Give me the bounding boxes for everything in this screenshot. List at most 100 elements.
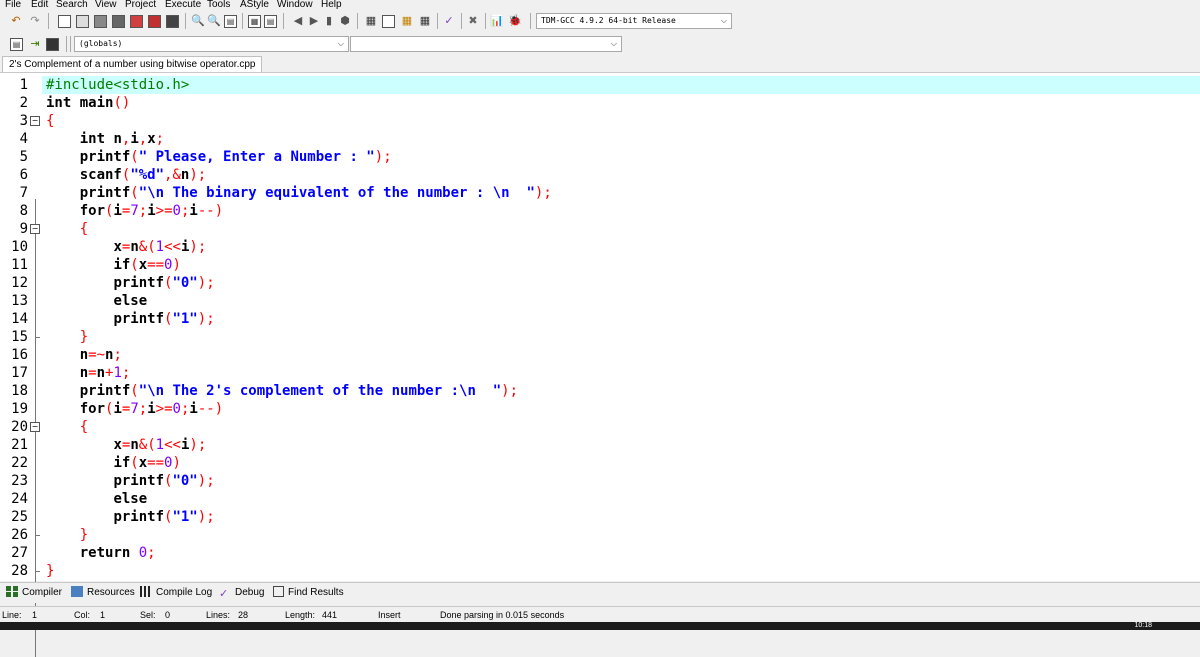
code-line[interactable]: 25 printf("1"); <box>0 508 1200 526</box>
insert-icon[interactable]: ⇥ <box>28 37 42 51</box>
menu-file[interactable]: File <box>5 0 21 10</box>
menu-tools[interactable]: Tools <box>207 0 230 10</box>
compile-run-icon[interactable]: ▦ <box>400 14 414 28</box>
code-line[interactable]: 8 for(i=7;i>=0;i--) <box>0 202 1200 220</box>
menu-astyle[interactable]: AStyle <box>240 0 269 10</box>
undo-icon[interactable]: ↶ <box>9 14 23 28</box>
toolbar-separator <box>357 13 358 29</box>
code-line[interactable]: 21 x=n&(1<<i); <box>0 436 1200 454</box>
code-line[interactable]: 9− { <box>0 220 1200 238</box>
menu-window[interactable]: Window <box>277 0 313 10</box>
compiler-icon <box>6 586 18 597</box>
code-text: n=~n; <box>79 347 122 363</box>
menu-edit[interactable]: Edit <box>31 0 48 10</box>
line-number: 26 <box>11 527 28 543</box>
function-select[interactable]: ⌵ <box>350 36 622 52</box>
profile-icon[interactable]: 📊 <box>490 14 504 28</box>
toolbar-separator <box>66 36 67 52</box>
uncomment-icon[interactable]: ⬢ <box>338 14 352 28</box>
code-line[interactable]: 12 printf("0"); <box>0 274 1200 292</box>
menu-search[interactable]: Search <box>56 0 88 10</box>
code-line[interactable]: 20− { <box>0 418 1200 436</box>
menu-execute[interactable]: Execute <box>165 0 201 10</box>
code-line[interactable]: 28} <box>0 562 1200 580</box>
fold-end-marker <box>35 571 40 572</box>
code-line[interactable]: 18 printf("\n The 2's complement of the … <box>0 382 1200 400</box>
code-text: else <box>113 293 148 309</box>
fold-minus-icon[interactable]: − <box>30 116 40 126</box>
check-syntax-icon[interactable]: ✓ <box>442 14 456 28</box>
code-line[interactable]: 6 scanf("%d",&n); <box>0 166 1200 184</box>
code-line[interactable]: 1 #include<stdio.h> <box>0 76 1200 94</box>
code-line[interactable]: 7 printf("\n The binary equivalent of th… <box>0 184 1200 202</box>
line-number: 8 <box>19 203 28 219</box>
print-icon[interactable] <box>166 15 179 28</box>
code-line[interactable]: 15 } <box>0 328 1200 346</box>
menu-help[interactable]: Help <box>321 0 342 10</box>
code-line[interactable]: 11 if(x==0) <box>0 256 1200 274</box>
code-line[interactable]: 14 printf("1"); <box>0 310 1200 328</box>
code-editor[interactable]: 1 #include<stdio.h> 2 int main() 3−{4 int n,… <box>0 72 1200 657</box>
tab-resources[interactable]: Resources <box>71 586 135 600</box>
replace-icon[interactable]: 🔍 <box>207 14 221 28</box>
run-icon[interactable] <box>382 15 395 28</box>
code-line[interactable]: 5 printf(" Please, Enter a Number : "); <box>0 148 1200 166</box>
compiler-select[interactable]: TDM-GCC 4.9.2 64-bit Release ⌵ <box>536 13 732 29</box>
close-file-icon[interactable] <box>130 15 143 28</box>
close-all-icon[interactable] <box>148 15 161 28</box>
tab-compile-log[interactable]: Compile Log <box>140 586 212 600</box>
code-line[interactable]: 22 if(x==0) <box>0 454 1200 472</box>
line-number: 28 <box>11 563 28 579</box>
code-text: scanf("%d",&n); <box>79 167 207 183</box>
code-text: printf("0"); <box>113 275 215 291</box>
tab-find-results[interactable]: Find Results <box>273 586 344 600</box>
code-line[interactable]: 17 n=n+1; <box>0 364 1200 382</box>
code-line[interactable]: 26 } <box>0 526 1200 544</box>
fold-minus-icon[interactable]: − <box>30 422 40 432</box>
new-file-icon[interactable] <box>58 15 71 28</box>
goto-line-icon[interactable]: ▤ <box>224 15 237 28</box>
code-line[interactable]: 10 x=n&(1<<i); <box>0 238 1200 256</box>
line-number: 6 <box>19 167 28 183</box>
tab-debug[interactable]: ✓ Debug <box>219 586 264 600</box>
code-line[interactable]: 3−{ <box>0 112 1200 130</box>
line-number: 2 <box>19 95 28 111</box>
toggle-bookmark-icon[interactable]: ▦ <box>248 15 261 28</box>
goto-bookmark-icon[interactable]: ▤ <box>264 15 277 28</box>
menu-project[interactable]: Project <box>125 0 156 10</box>
editor-tab-active[interactable]: 2's Complement of a number using bitwise… <box>2 56 263 73</box>
code-text: printf("\n The binary equivalent of the … <box>79 185 552 201</box>
scope-select[interactable]: (globals) ⌵ <box>74 36 349 52</box>
save-all-icon[interactable] <box>112 15 125 28</box>
fold-minus-icon[interactable]: − <box>30 224 40 234</box>
code-line[interactable]: 13 else <box>0 292 1200 310</box>
code-line[interactable]: 27 return 0; <box>0 544 1200 562</box>
find-icon[interactable]: 🔍 <box>191 14 205 28</box>
code-text: printf("\n The 2's complement of the num… <box>79 383 519 399</box>
stop-execution-icon[interactable]: ✖ <box>466 14 480 28</box>
code-line[interactable]: 23 printf("0"); <box>0 472 1200 490</box>
redo-icon[interactable]: ↷ <box>28 14 42 28</box>
line-number: 7 <box>19 185 28 201</box>
code-line[interactable]: 24 else <box>0 490 1200 508</box>
code-text: int main() <box>46 95 131 111</box>
tab-compiler[interactable]: Compiler <box>6 586 62 600</box>
code-line[interactable]: 16 n=~n; <box>0 346 1200 364</box>
line-number: 19 <box>11 401 28 417</box>
new-class-icon[interactable]: ▤ <box>10 38 23 51</box>
code-line[interactable]: 4 int n,i,x; <box>0 130 1200 148</box>
indent-right-icon[interactable]: ▶ <box>307 14 321 28</box>
code-line[interactable]: 19 for(i=7;i>=0;i--) <box>0 400 1200 418</box>
code-text: } <box>79 527 89 543</box>
rebuild-icon[interactable]: ▦ <box>418 14 432 28</box>
compile-icon[interactable]: ▦ <box>364 14 378 28</box>
indent-left-icon[interactable]: ◀ <box>291 14 305 28</box>
menu-view[interactable]: View <box>95 0 117 10</box>
save-icon[interactable] <box>94 15 107 28</box>
tab-resources-label: Resources <box>87 587 135 598</box>
comment-icon[interactable]: ▮ <box>322 14 336 28</box>
toggle-icon[interactable] <box>46 38 59 51</box>
open-file-icon[interactable] <box>76 15 89 28</box>
code-line[interactable]: 2 int main() <box>0 94 1200 112</box>
debug-icon[interactable]: 🐞 <box>508 14 522 28</box>
